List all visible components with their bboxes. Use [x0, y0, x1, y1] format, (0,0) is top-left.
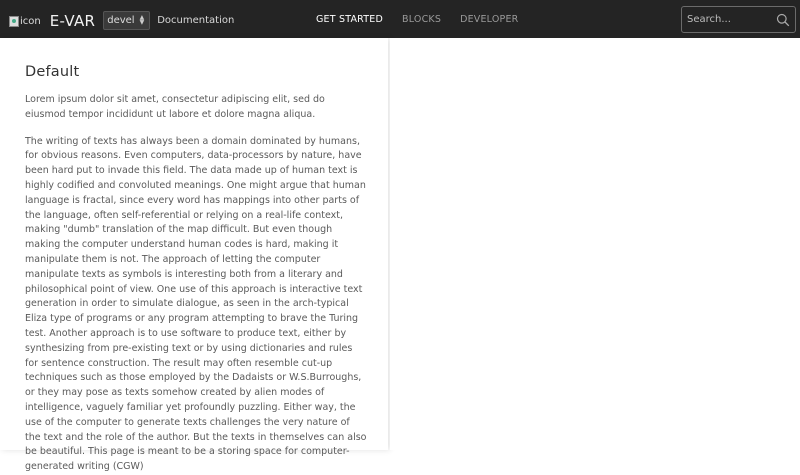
logo-alt-text: icon: [20, 15, 41, 27]
version-select[interactable]: devel ▲ ▼: [103, 10, 151, 30]
nav-item-get-started[interactable]: GET STARTED: [316, 14, 383, 25]
top-navbar: icon E-VAR devel ▲ ▼ Documentation GET ST…: [0, 0, 800, 38]
logo-image-icon[interactable]: icon: [9, 14, 41, 28]
body-paragraph: The writing of texts has always been a d…: [25, 135, 367, 473]
page-title: Default: [25, 64, 80, 80]
brand[interactable]: icon E-VAR: [9, 0, 95, 38]
main-nav: GET STARTED BLOCKS DEVELOPER: [316, 0, 537, 38]
documentation-link[interactable]: Documentation: [157, 15, 234, 26]
preview-panel: [390, 38, 800, 450]
intro-paragraph: Lorem ipsum dolor sit amet, consectetur …: [25, 94, 325, 120]
search-input[interactable]: [687, 14, 771, 25]
search-box[interactable]: [681, 6, 796, 33]
brand-name[interactable]: E-VAR: [50, 12, 96, 30]
broken-image-icon: [9, 15, 19, 27]
search-icon[interactable]: [776, 13, 790, 27]
select-arrows-icon: ▲ ▼: [139, 14, 145, 26]
nav-item-developer[interactable]: DEVELOPER: [460, 14, 518, 25]
content-panel: Default Lorem ipsum dolor sit amet, cons…: [0, 38, 388, 472]
nav-item-blocks[interactable]: BLOCKS: [402, 14, 441, 25]
version-selected-value: devel: [107, 14, 135, 26]
